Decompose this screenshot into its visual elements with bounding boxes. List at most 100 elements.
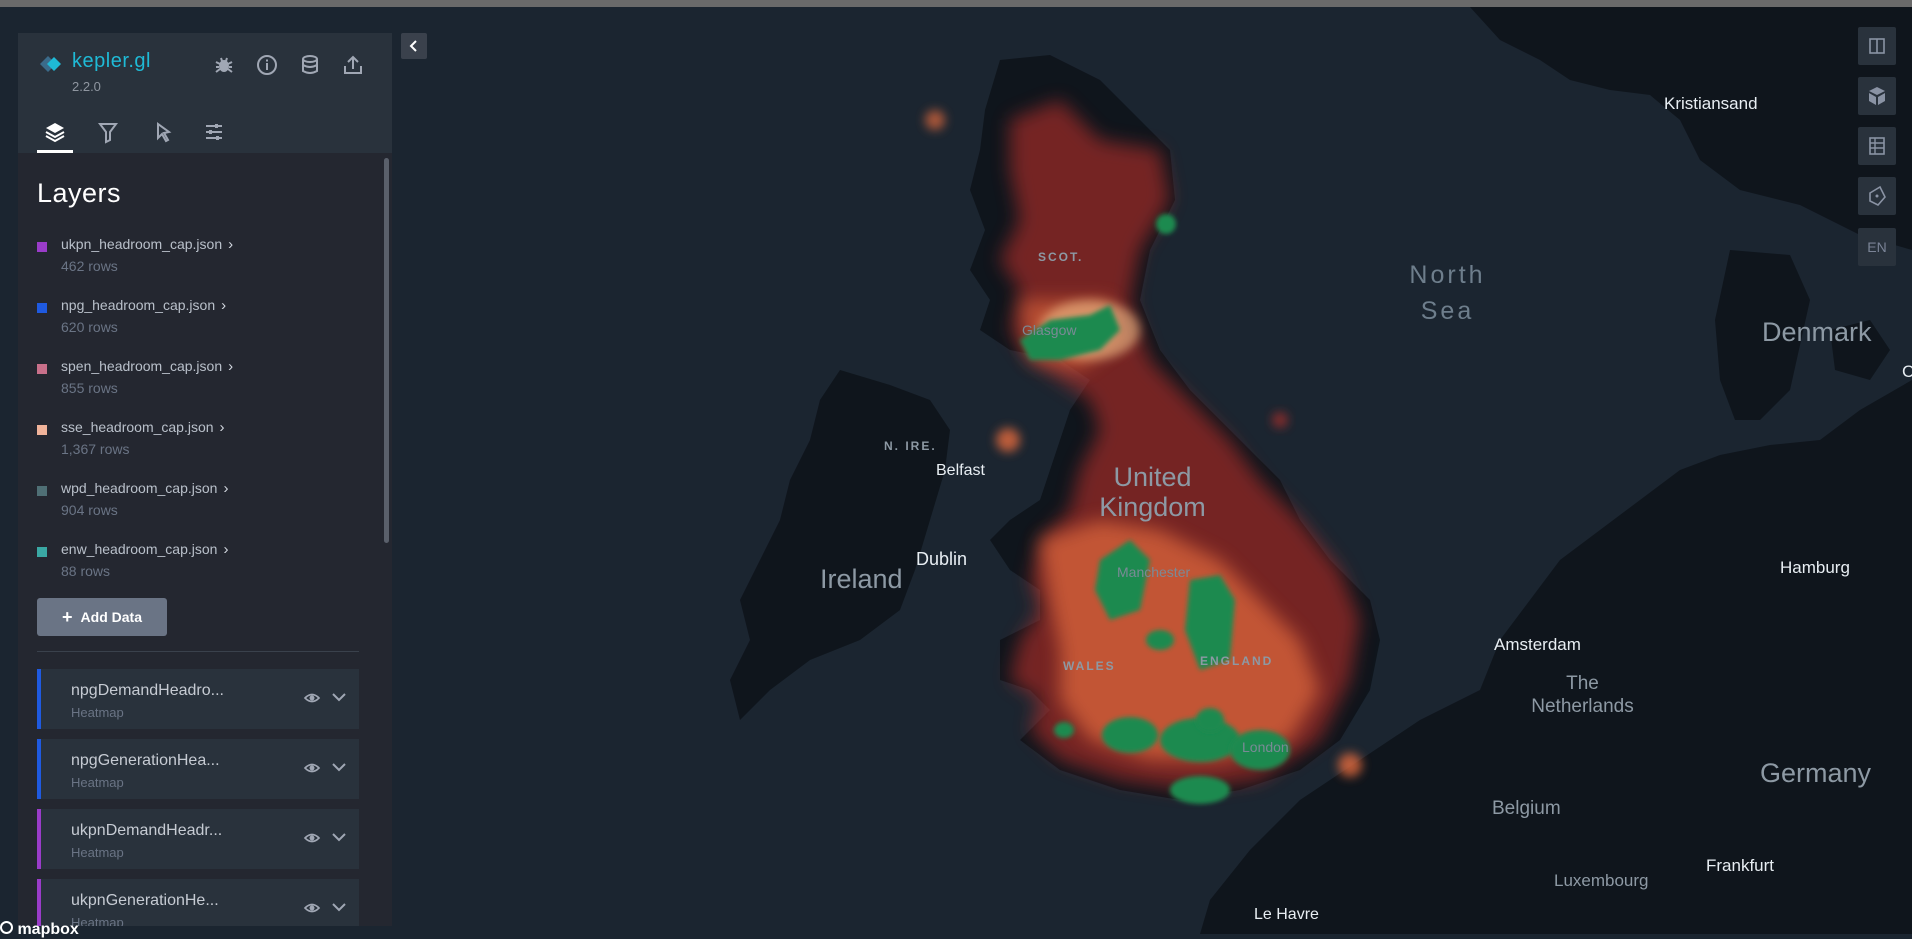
dataset-item[interactable]: npg_headroom_cap.json › 620 rows bbox=[37, 295, 357, 345]
dataset-item[interactable]: wpd_headroom_cap.json › 904 rows bbox=[37, 478, 357, 528]
polygon-icon bbox=[1869, 185, 1886, 206]
layer-card[interactable]: npgGenerationHea... Heatmap bbox=[37, 739, 359, 799]
layer-card[interactable]: npgDemandHeadro... Heatmap bbox=[37, 669, 359, 729]
side-panel: kepler.gl 2.2.0 Layers ukpn_headroom_cap… bbox=[18, 33, 392, 926]
label-scotland: SCOT. bbox=[1038, 250, 1084, 264]
layer-title: npgGenerationHea... bbox=[71, 752, 220, 769]
plus-icon: + bbox=[62, 606, 73, 627]
label-united-kingdom: United Kingdom bbox=[1090, 462, 1215, 522]
label-north-sea-line1: North bbox=[1409, 261, 1486, 289]
dataset-rows: 855 rows bbox=[61, 380, 118, 396]
filter-icon bbox=[98, 123, 118, 144]
label-uk-line1: United bbox=[1113, 462, 1192, 492]
dataset-rows: 904 rows bbox=[61, 502, 118, 518]
layer-card[interactable]: ukpnGenerationHe... Heatmap bbox=[37, 879, 359, 926]
label-wales: WALES bbox=[1063, 659, 1116, 673]
split-map-button[interactable] bbox=[1858, 27, 1896, 65]
dataset-name: enw_headroom_cap.json bbox=[61, 541, 218, 557]
tab-layers[interactable] bbox=[37, 116, 73, 153]
collapse-panel-button[interactable] bbox=[401, 33, 427, 59]
dataset-name: npg_headroom_cap.json bbox=[61, 297, 216, 313]
dataset-name: wpd_headroom_cap.json bbox=[61, 480, 218, 496]
label-north-sea-line2: Sea bbox=[1420, 297, 1475, 325]
label-london: London bbox=[1242, 739, 1289, 755]
label-england: ENGLAND bbox=[1200, 654, 1274, 668]
dataset-name: sse_headroom_cap.json bbox=[61, 419, 214, 435]
dataset-item[interactable]: enw_headroom_cap.json › 88 rows bbox=[37, 539, 357, 589]
database-icon[interactable] bbox=[298, 53, 322, 77]
label-uk-line2: Kingdom bbox=[1099, 492, 1206, 522]
map-settings-icon bbox=[206, 124, 222, 140]
label-netherlands-line2: Netherlands bbox=[1531, 696, 1634, 717]
dataset-name: ukpn_headroom_cap.json bbox=[61, 236, 223, 252]
layer-color-bar bbox=[37, 809, 41, 869]
eye-icon[interactable] bbox=[303, 829, 321, 847]
draw-polygon-button[interactable] bbox=[1858, 177, 1896, 215]
mapbox-logo-icon bbox=[0, 921, 13, 934]
dataset-rows: 462 rows bbox=[61, 258, 118, 274]
chevron-right-icon: › bbox=[223, 480, 229, 497]
3d-map-button[interactable] bbox=[1858, 77, 1896, 115]
legend-button[interactable] bbox=[1858, 127, 1896, 165]
label-amsterdam: Amsterdam bbox=[1494, 635, 1581, 654]
layer-title: npgDemandHeadro... bbox=[71, 682, 224, 699]
cube-icon bbox=[1869, 87, 1885, 105]
language-label: EN bbox=[1867, 239, 1887, 255]
bug-icon[interactable] bbox=[212, 53, 236, 77]
chevron-right-icon: › bbox=[228, 236, 234, 253]
window-top-bar bbox=[0, 0, 1912, 7]
tab-filters[interactable] bbox=[90, 116, 126, 152]
label-hamburg: Hamburg bbox=[1780, 558, 1850, 577]
label-belfast: Belfast bbox=[936, 462, 985, 479]
dataset-item[interactable]: sse_headroom_cap.json › 1,367 rows bbox=[37, 417, 357, 467]
add-data-label: Add Data bbox=[80, 609, 142, 625]
chevron-left-icon bbox=[409, 40, 417, 52]
layer-color-bar bbox=[37, 669, 41, 729]
dataset-color-swatch bbox=[37, 364, 47, 374]
layer-type: Heatmap bbox=[71, 845, 124, 860]
eye-icon[interactable] bbox=[303, 899, 321, 917]
label-dublin: Dublin bbox=[916, 549, 968, 569]
mapbox-text: mapbox bbox=[17, 921, 79, 938]
label-northern-ireland: N. IRE. bbox=[884, 439, 937, 453]
eye-icon[interactable] bbox=[303, 759, 321, 777]
label-netherlands-line1: The bbox=[1566, 673, 1599, 694]
layer-color-bar bbox=[37, 739, 41, 799]
layer-title: ukpnGenerationHe... bbox=[71, 892, 219, 909]
layer-color-bar bbox=[37, 879, 41, 926]
tab-interactions[interactable] bbox=[143, 116, 179, 152]
tab-map-settings[interactable] bbox=[196, 116, 232, 152]
label-belgium: Belgium bbox=[1492, 798, 1561, 819]
chevron-down-icon[interactable] bbox=[329, 897, 349, 917]
layer-title: ukpnDemandHeadr... bbox=[71, 822, 223, 839]
label-germany: Germany bbox=[1760, 758, 1872, 788]
label-netherlands: The Netherlands bbox=[1525, 672, 1640, 718]
label-glasgow: Glasgow bbox=[1022, 322, 1077, 338]
dataset-item[interactable]: ukpn_headroom_cap.json › 462 rows bbox=[37, 234, 357, 284]
chevron-down-icon[interactable] bbox=[329, 827, 349, 847]
app-version: 2.2.0 bbox=[72, 79, 101, 94]
chevron-right-icon: › bbox=[221, 297, 227, 314]
label-north-sea: North Sea bbox=[1400, 257, 1495, 329]
chevron-down-icon[interactable] bbox=[329, 687, 349, 707]
layer-type: Heatmap bbox=[71, 775, 124, 790]
label-denmark: Denmark bbox=[1762, 317, 1872, 347]
interaction-icon bbox=[157, 122, 172, 143]
mapbox-attribution[interactable]: mapbox bbox=[0, 921, 79, 938]
dataset-color-swatch bbox=[37, 303, 47, 313]
layer-card[interactable]: ukpnDemandHeadr... Heatmap bbox=[37, 809, 359, 869]
panel-scrollbar[interactable] bbox=[384, 158, 389, 543]
share-icon[interactable] bbox=[341, 53, 365, 77]
eye-icon[interactable] bbox=[303, 689, 321, 707]
layer-type: Heatmap bbox=[71, 705, 124, 720]
label-luxembourg: Luxembourg bbox=[1554, 871, 1649, 890]
chevron-down-icon[interactable] bbox=[329, 757, 349, 777]
add-data-button[interactable]: + Add Data bbox=[37, 598, 167, 636]
dataset-item[interactable]: spen_headroom_cap.json › 855 rows bbox=[37, 356, 357, 406]
language-button[interactable]: EN bbox=[1858, 228, 1896, 266]
dataset-color-swatch bbox=[37, 425, 47, 435]
label-frankfurt: Frankfurt bbox=[1706, 856, 1775, 875]
label-le-havre: Le Havre bbox=[1254, 906, 1319, 923]
info-icon[interactable] bbox=[255, 53, 279, 77]
dataset-rows: 88 rows bbox=[61, 563, 111, 579]
